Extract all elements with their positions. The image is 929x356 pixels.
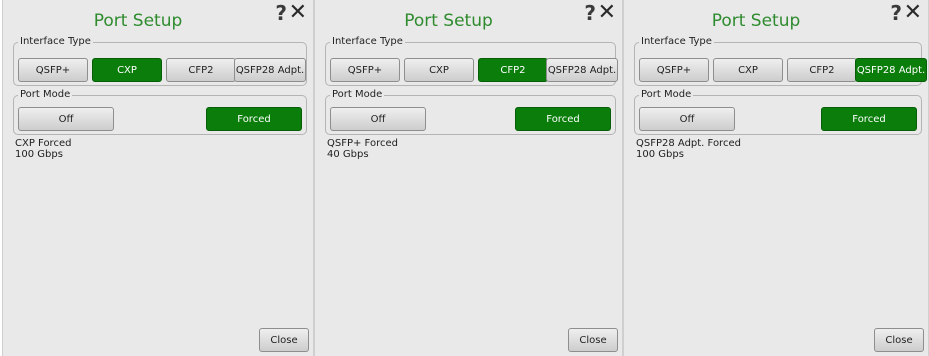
cfp2-button[interactable]: CFP2 [478, 58, 548, 82]
port-status: CXP Forced 100 Gbps [15, 138, 71, 160]
port-mode-legend: Port Mode [332, 89, 383, 100]
interface-type-group: Interface Type QSFP+ CXP CFP2 QSFP28 Adp… [325, 36, 618, 86]
port-status: QSFP+ Forced 40 Gbps [327, 138, 398, 160]
interface-type-legend: Interface Type [332, 36, 403, 47]
cfp2-button[interactable]: CFP2 [166, 58, 236, 82]
port-setup-panel: Port Setup ? ✕ Interface Type QSFP+ CXP … [2, 0, 314, 356]
cxp-button[interactable]: CXP [713, 58, 783, 82]
port-mode-group: Port Mode Off Forced [325, 89, 616, 135]
close-icon[interactable]: ✕ [289, 1, 307, 25]
qsfp28-adpt-button[interactable]: QSFP28 Adpt. [234, 58, 306, 82]
port-setup-panel: Port Setup ? ✕ Interface Type QSFP+ CXP … [314, 0, 623, 356]
interface-type-legend: Interface Type [641, 36, 712, 47]
mode-off-button[interactable]: Off [639, 107, 735, 131]
qsfp-plus-button[interactable]: QSFP+ [18, 58, 88, 82]
panel-title: Port Setup [404, 11, 493, 31]
help-icon[interactable]: ? [584, 1, 596, 25]
port-mode-group: Port Mode Off Forced [13, 89, 307, 135]
qsfp28-adpt-button[interactable]: QSFP28 Adpt. [855, 58, 927, 82]
port-mode-group: Port Mode Off Forced [634, 89, 922, 135]
panel-title: Port Setup [711, 11, 801, 31]
interface-type-group: Interface Type QSFP+ CXP CFP2 QSFP28 Adp… [634, 36, 927, 86]
status-mode-text: QSFP+ Forced [327, 138, 398, 149]
qsfp-plus-button[interactable]: QSFP+ [330, 58, 400, 82]
port-mode-legend: Port Mode [20, 89, 71, 100]
status-speed-text: 100 Gbps [15, 149, 63, 160]
close-icon[interactable]: ✕ [598, 1, 616, 25]
mode-forced-button[interactable]: Forced [206, 107, 302, 131]
close-button[interactable]: Close [259, 328, 309, 352]
mode-off-button[interactable]: Off [18, 107, 114, 131]
port-status: QSFP28 Adpt. Forced 100 Gbps [636, 138, 741, 160]
mode-forced-button[interactable]: Forced [515, 107, 611, 131]
interface-type-legend: Interface Type [20, 36, 91, 47]
help-icon[interactable]: ? [890, 1, 902, 25]
port-mode-legend: Port Mode [641, 89, 692, 100]
mode-off-button[interactable]: Off [330, 107, 426, 131]
mode-forced-button[interactable]: Forced [821, 107, 917, 131]
close-button[interactable]: Close [874, 328, 924, 352]
status-speed-text: 40 Gbps [327, 149, 369, 160]
interface-type-group: Interface Type QSFP+ CXP CFP2 QSFP28 Adp… [13, 36, 307, 86]
cxp-button[interactable]: CXP [92, 58, 162, 82]
port-setup-panel: Port Setup ? ✕ Interface Type QSFP+ CXP … [623, 0, 929, 356]
cxp-button[interactable]: CXP [404, 58, 474, 82]
qsfp28-adpt-button[interactable]: QSFP28 Adpt. [546, 58, 618, 82]
status-mode-text: CXP Forced [15, 138, 72, 149]
close-button[interactable]: Close [568, 328, 618, 352]
panel-title: Port Setup [93, 11, 183, 31]
status-mode-text: QSFP28 Adpt. Forced [636, 138, 741, 149]
status-speed-text: 100 Gbps [636, 149, 684, 160]
qsfp-plus-button[interactable]: QSFP+ [639, 58, 709, 82]
cfp2-button[interactable]: CFP2 [787, 58, 857, 82]
close-icon[interactable]: ✕ [904, 1, 922, 25]
help-icon[interactable]: ? [275, 1, 287, 25]
